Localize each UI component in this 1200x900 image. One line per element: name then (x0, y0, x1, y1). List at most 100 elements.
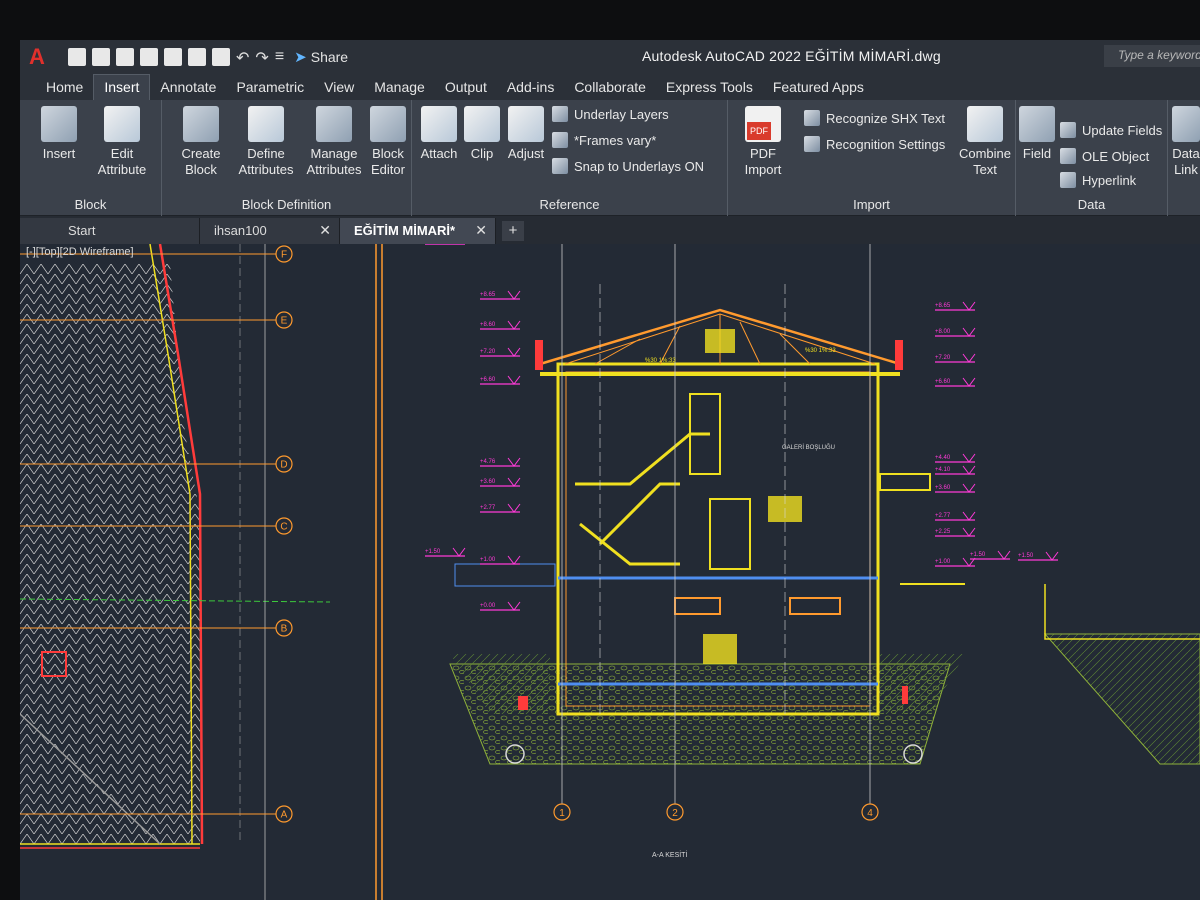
tab-collaborate[interactable]: Collaborate (564, 75, 656, 100)
manage-attributes-button[interactable]: Manage Attributes (302, 106, 366, 178)
panel-title-block-definition[interactable]: Block Definition (162, 197, 411, 212)
left-level-marker (507, 555, 521, 565)
tab-home[interactable]: Home (36, 75, 93, 100)
recognize-shx-button[interactable]: Recognize SHX Text (804, 110, 945, 126)
pdf-icon (745, 106, 781, 142)
redo-icon[interactable]: ↷ (255, 48, 268, 67)
new-tab-button[interactable]: + (502, 221, 524, 241)
left-level-label: +1.00 (480, 557, 496, 563)
save-web-icon[interactable] (188, 48, 206, 66)
wall-far-right (1044, 584, 1200, 640)
snap-to-underlays-dropdown[interactable]: Snap to Underlays ON (552, 158, 704, 174)
insert-button[interactable]: Insert (34, 106, 84, 162)
autocad-logo-icon[interactable]: A (20, 40, 54, 74)
plot-icon[interactable] (212, 48, 230, 66)
tab-parametric[interactable]: Parametric (226, 75, 314, 100)
right-level-marker (962, 527, 976, 537)
recognition-settings-button[interactable]: Recognition Settings (804, 136, 945, 152)
right-level-marker (962, 377, 976, 387)
edit-attribute-icon (104, 106, 140, 142)
reference-panel: Attach Clip Adjust Underlay Layers *Fram… (412, 100, 728, 216)
tab-output[interactable]: Output (435, 75, 497, 100)
left-level-label: +6.60 (480, 377, 496, 383)
right-level-label: +2.77 (935, 513, 951, 519)
tab-view[interactable]: View (314, 75, 364, 100)
share-button[interactable]: ➤ Share (294, 48, 348, 66)
new-file-icon[interactable] (68, 48, 86, 66)
right-level-marker (962, 353, 976, 363)
close-icon[interactable]: ✕ (475, 222, 487, 239)
block-editor-icon (370, 106, 406, 142)
define-attributes-button[interactable]: Define Attributes (234, 106, 298, 178)
open-file-icon[interactable] (92, 48, 110, 66)
doc-tab-egitim-mimari[interactable]: EĞİTİM MİMARİ* ✕ (340, 218, 496, 244)
clip-button[interactable]: Clip (464, 106, 500, 162)
save-as-icon[interactable] (140, 48, 158, 66)
plan-view (20, 244, 331, 900)
far-a-level-label: +1.50 (425, 549, 441, 555)
panel-title-block[interactable]: Block (20, 197, 161, 212)
frames-vary-dropdown[interactable]: *Frames vary* (552, 132, 656, 148)
soil-right (880, 654, 965, 714)
roof-slope-left: %30 1%:33 (645, 358, 676, 364)
window-right (789, 597, 841, 615)
customize-qat-icon[interactable]: ≡ (275, 48, 284, 66)
save-icon[interactable] (116, 48, 134, 66)
monitor-frame: A ↶ ↷ ≡ ➤ Share Autodesk AutoCAD 2022 EĞ… (0, 0, 1200, 900)
search-input[interactable]: Type a keyword or (1104, 45, 1200, 67)
edit-attribute-button[interactable]: Edit Attribute (90, 106, 154, 178)
right-level-label: +3.60 (935, 485, 951, 491)
right-level-marker (962, 483, 976, 493)
data-link-icon (1172, 106, 1200, 142)
data-link-button[interactable]: Data Link (1170, 106, 1200, 178)
send-icon: ➤ (294, 49, 307, 66)
block-editor-button[interactable]: Block Editor (366, 106, 410, 178)
doc-tab-start[interactable]: Start (20, 218, 200, 244)
autocad-window: A ↶ ↷ ≡ ➤ Share Autodesk AutoCAD 2022 EĞ… (20, 40, 1200, 900)
combine-text-button[interactable]: Combine Text (956, 106, 1014, 178)
data-link-partial: Data Link (1168, 100, 1200, 216)
foundation-mark-left (518, 696, 528, 710)
tab-manage[interactable]: Manage (364, 75, 435, 100)
tab-insert[interactable]: Insert (93, 74, 151, 100)
attach-button[interactable]: Attach (418, 106, 460, 162)
far-b-level-label: +1.50 (970, 552, 986, 558)
open-web-icon[interactable] (164, 48, 182, 66)
left-level-marker (507, 320, 521, 330)
update-fields-button[interactable]: Update Fields (1060, 122, 1162, 138)
tab-annotate[interactable]: Annotate (150, 75, 226, 100)
tab-featured-apps[interactable]: Featured Apps (763, 75, 874, 100)
hyperlink-button[interactable]: Hyperlink (1060, 172, 1136, 188)
field-button[interactable]: Field (1018, 106, 1056, 162)
doc-tab-ihsan100[interactable]: ihsan100 ✕ (200, 218, 340, 244)
ole-object-button[interactable]: OLE Object (1060, 148, 1149, 164)
manage-attributes-icon (316, 106, 352, 142)
window-title: Autodesk AutoCAD 2022 EĞİTİM MİMARİ.dwg (642, 48, 941, 64)
layers-icon (552, 106, 568, 122)
left-level-marker (507, 375, 521, 385)
roof-tile-hatch (20, 264, 200, 844)
undo-icon[interactable]: ↶ (236, 48, 249, 67)
soil-far-right (1043, 633, 1200, 765)
drawing-canvas[interactable]: [-][Top][2D Wireframe] F E D C B A 1 2 4… (20, 244, 1200, 900)
close-icon[interactable]: ✕ (319, 222, 331, 239)
window-left (674, 597, 721, 615)
tab-add-ins[interactable]: Add-ins (497, 75, 564, 100)
right-level-marker (962, 301, 976, 311)
panel-title-reference[interactable]: Reference (412, 197, 727, 212)
grid-label-E: E (281, 316, 288, 327)
combine-text-icon (967, 106, 1003, 142)
room-label: GALERİ BOŞLUĞU (782, 444, 835, 451)
adjust-button[interactable]: Adjust (504, 106, 548, 162)
viewport-controls[interactable]: [-][Top][2D Wireframe] (26, 246, 134, 258)
door-lower (709, 498, 751, 570)
create-block-button[interactable]: Create Block (176, 106, 226, 178)
grid-label-F: F (281, 250, 287, 261)
pdf-import-button[interactable]: PDF Import (734, 106, 792, 178)
document-tabs: Start ihsan100 ✕ EĞİTİM MİMARİ* ✕ + (20, 216, 1200, 244)
tab-express-tools[interactable]: Express Tools (656, 75, 763, 100)
axis-label-4: 4 (867, 808, 873, 819)
grid-label-A: A (281, 810, 288, 821)
section-view (449, 308, 1200, 765)
underlay-layers-button[interactable]: Underlay Layers (552, 106, 669, 122)
